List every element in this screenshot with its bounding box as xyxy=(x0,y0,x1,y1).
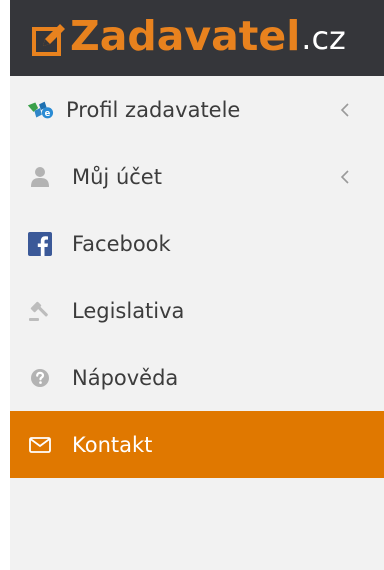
menu-item-facebook[interactable]: Facebook xyxy=(10,210,384,277)
menu-item-profil-zadavatele[interactable]: e Profil zadavatele xyxy=(10,76,384,143)
profile-puzzle-icon: e xyxy=(26,98,54,122)
menu-item-napoveda[interactable]: Nápověda xyxy=(10,344,384,411)
menu-item-muj-ucet[interactable]: Můj účet xyxy=(10,143,384,210)
menu-item-label: Kontakt xyxy=(72,432,153,457)
gavel-icon xyxy=(26,299,54,323)
facebook-icon xyxy=(26,231,54,256)
menu-item-label: Profil zadavatele xyxy=(66,97,241,122)
logo-tld: .cz xyxy=(301,19,346,57)
help-icon xyxy=(26,366,54,390)
chevron-left-icon xyxy=(340,169,349,184)
logo[interactable]: Zadavatel .cz xyxy=(32,14,346,58)
logo-edit-icon xyxy=(32,24,65,56)
user-icon xyxy=(26,165,54,189)
header: Zadavatel .cz xyxy=(10,0,384,76)
menu-item-label: Můj účet xyxy=(72,164,162,189)
svg-text:e: e xyxy=(45,108,51,118)
menu-item-label: Nápověda xyxy=(72,365,179,390)
menu-item-legislativa[interactable]: Legislativa xyxy=(10,277,384,344)
envelope-icon xyxy=(26,433,54,457)
menu-item-label: Legislativa xyxy=(72,298,185,323)
sidebar-menu: e Profil zadavatele Můj účet Facebook Le… xyxy=(10,76,384,478)
menu-item-label: Facebook xyxy=(72,231,171,256)
logo-name: Zadavatel xyxy=(70,12,301,60)
app-frame: Zadavatel .cz e Profil zadavatele Můj úč… xyxy=(10,0,384,570)
chevron-left-icon xyxy=(340,102,349,117)
menu-item-kontakt[interactable]: Kontakt xyxy=(10,411,384,478)
